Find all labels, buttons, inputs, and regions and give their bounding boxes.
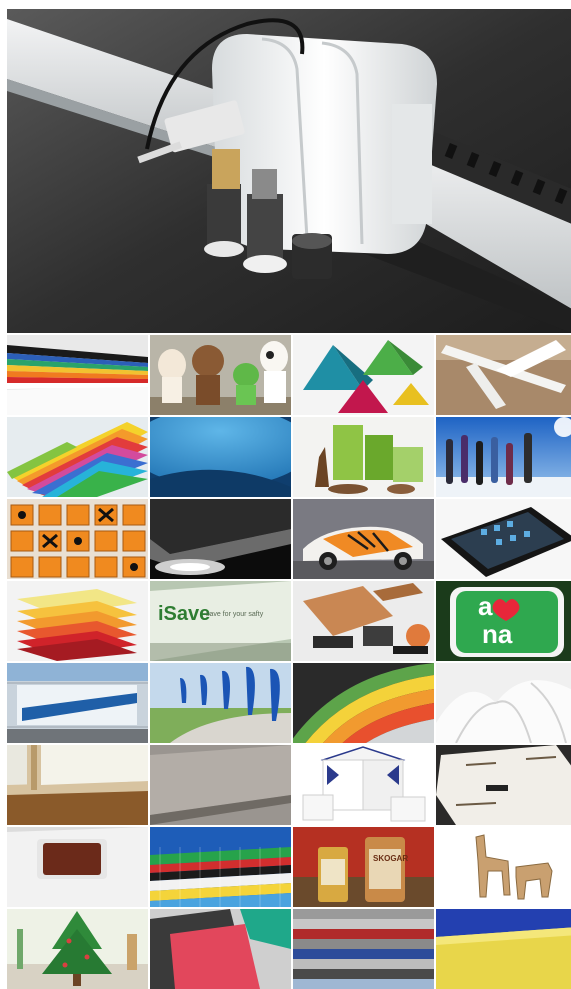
tile-cardboard-animals <box>436 827 571 907</box>
tile-foam-airplane <box>436 335 571 415</box>
tile-die-cut-cardboard <box>436 745 571 825</box>
tile-grey-board <box>150 745 291 825</box>
skogar-label-text: SKOGAR <box>373 854 409 863</box>
tile-acrylic-sheets <box>7 581 148 661</box>
tile-cartoon-cutouts <box>150 335 291 415</box>
hero-cutting-plotter-image <box>7 9 571 333</box>
tile-paper-christmas-tree <box>7 909 148 989</box>
logo-letter-a: a <box>478 591 493 621</box>
tile-gasket-sheets <box>150 909 291 989</box>
isave-tagline-text: save for your safty <box>206 611 264 618</box>
tile-feather-flags <box>150 663 291 743</box>
tile-car-headlight <box>150 499 291 579</box>
tile-tablet-device <box>436 499 571 579</box>
tile-pyramid-boxes <box>293 335 434 415</box>
tile-white-fabric <box>436 663 571 743</box>
tile-foam-board-window <box>7 827 148 907</box>
tile-building-billboard <box>7 663 148 743</box>
tile-blue-curved-surface <box>150 417 291 497</box>
tile-corrugated-plastic <box>150 827 291 907</box>
tile-green-logo-sign: a na <box>436 581 571 661</box>
tile-product-labels: SKOGAR <box>293 827 434 907</box>
tile-cork-rubber-parts <box>293 581 434 661</box>
isave-logo-text: iSave <box>158 603 211 625</box>
tile-fanned-plastic-sheets <box>7 417 148 497</box>
material-gallery-grid: iSave save for your safty a na SKOGAR <box>7 335 571 989</box>
tile-cardboard-stools <box>293 745 434 825</box>
tile-snowboards <box>436 417 571 497</box>
tile-colored-foam-boards <box>7 335 148 415</box>
logo-letters-na: na <box>482 619 513 649</box>
tile-warning-stickers <box>7 499 148 579</box>
tile-honeycomb-panel <box>7 745 148 825</box>
tile-curved-color-stripes <box>293 663 434 743</box>
tile-yellow-foam <box>436 909 571 989</box>
tile-mesh-fabric <box>293 909 434 989</box>
tile-green-packaging <box>293 417 434 497</box>
tile-car-tiger-wrap <box>293 499 434 579</box>
tile-isave-sign: iSave save for your safty <box>150 581 291 661</box>
